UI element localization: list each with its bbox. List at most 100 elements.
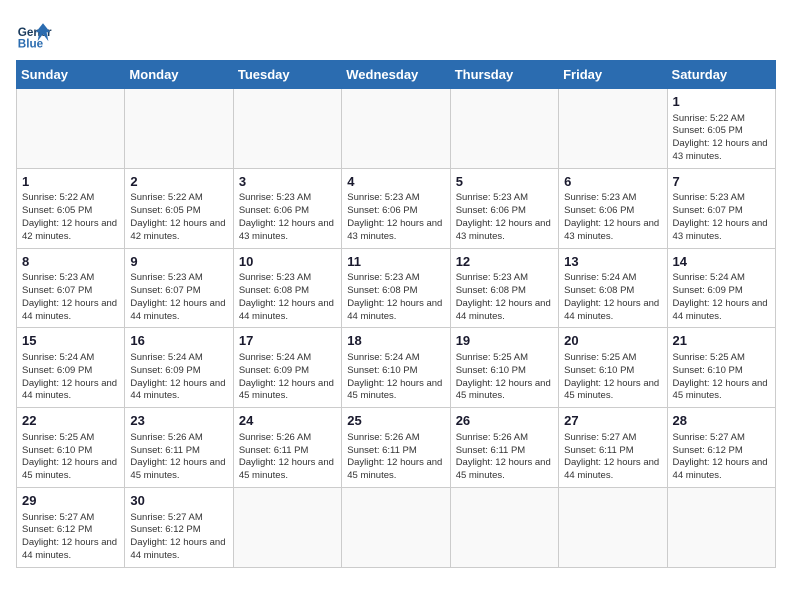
day-detail: Sunrise: 5:22 AMSunset: 6:05 PMDaylight:… bbox=[22, 192, 119, 243]
day-number: 21 bbox=[673, 332, 770, 350]
calendar-cell bbox=[559, 89, 667, 169]
day-detail: Sunrise: 5:24 AMSunset: 6:09 PMDaylight:… bbox=[130, 352, 227, 403]
calendar-cell: 2Sunrise: 5:22 AMSunset: 6:05 PMDaylight… bbox=[125, 168, 233, 248]
calendar-cell bbox=[342, 89, 450, 169]
day-detail: Sunrise: 5:23 AMSunset: 6:06 PMDaylight:… bbox=[456, 192, 553, 243]
day-number: 19 bbox=[456, 332, 553, 350]
day-detail: Sunrise: 5:26 AMSunset: 6:11 PMDaylight:… bbox=[130, 432, 227, 483]
day-detail: Sunrise: 5:24 AMSunset: 6:09 PMDaylight:… bbox=[22, 352, 119, 403]
day-number: 13 bbox=[564, 253, 661, 271]
day-detail: Sunrise: 5:22 AMSunset: 6:05 PMDaylight:… bbox=[673, 113, 770, 164]
day-detail: Sunrise: 5:25 AMSunset: 6:10 PMDaylight:… bbox=[456, 352, 553, 403]
day-detail: Sunrise: 5:26 AMSunset: 6:11 PMDaylight:… bbox=[239, 432, 336, 483]
calendar-cell: 21 Sunrise: 5:25 AMSunset: 6:10 PMDayligh… bbox=[667, 328, 775, 408]
day-detail: Sunrise: 5:27 AMSunset: 6:12 PMDaylight:… bbox=[22, 512, 119, 563]
day-number: 1 bbox=[22, 173, 119, 191]
day-number: 1 bbox=[673, 93, 770, 111]
day-detail: Sunrise: 5:23 AMSunset: 6:06 PMDaylight:… bbox=[239, 192, 336, 243]
calendar-cell: 25Sunrise: 5:26 AMSunset: 6:11 PMDayligh… bbox=[342, 408, 450, 488]
calendar-cell: 7Sunrise: 5:23 AMSunset: 6:07 PMDaylight… bbox=[667, 168, 775, 248]
day-detail: Sunrise: 5:27 AMSunset: 6:11 PMDaylight:… bbox=[564, 432, 661, 483]
header-monday: Monday bbox=[125, 61, 233, 89]
day-number: 2 bbox=[130, 173, 227, 191]
calendar-cell: 1Sunrise: 5:22 AMSunset: 6:05 PMDaylight… bbox=[17, 168, 125, 248]
calendar-cell bbox=[559, 487, 667, 567]
day-detail: Sunrise: 5:23 AMSunset: 6:07 PMDaylight:… bbox=[22, 272, 119, 323]
day-number: 26 bbox=[456, 412, 553, 430]
day-number: 12 bbox=[456, 253, 553, 271]
calendar-cell: 9Sunrise: 5:23 AMSunset: 6:07 PMDaylight… bbox=[125, 248, 233, 328]
calendar-cell: 23 Sunrise: 5:26 AMSunset: 6:11 PMDayligh… bbox=[125, 408, 233, 488]
calendar-cell: 24 Sunrise: 5:26 AMSunset: 6:11 PMDayligh… bbox=[233, 408, 341, 488]
calendar-cell: 6Sunrise: 5:23 AMSunset: 6:06 PMDaylight… bbox=[559, 168, 667, 248]
day-number: 22 bbox=[22, 412, 119, 430]
day-detail: Sunrise: 5:23 AMSunset: 6:08 PMDaylight:… bbox=[347, 272, 444, 323]
calendar-cell bbox=[17, 89, 125, 169]
day-detail: Sunrise: 5:26 AMSunset: 6:11 PMDaylight:… bbox=[347, 432, 444, 483]
day-detail: Sunrise: 5:24 AMSunset: 6:09 PMDaylight:… bbox=[239, 352, 336, 403]
day-detail: Sunrise: 5:22 AMSunset: 6:05 PMDaylight:… bbox=[130, 192, 227, 243]
calendar-cell: 22Sunrise: 5:25 AMSunset: 6:10 PMDayligh… bbox=[17, 408, 125, 488]
calendar-cell bbox=[233, 89, 341, 169]
calendar-cell: 13Sunrise: 5:24 AMSunset: 6:08 PMDayligh… bbox=[559, 248, 667, 328]
day-number: 9 bbox=[130, 253, 227, 271]
day-number: 7 bbox=[673, 173, 770, 191]
day-detail: Sunrise: 5:24 AMSunset: 6:09 PMDaylight:… bbox=[673, 272, 770, 323]
day-number: 15 bbox=[22, 332, 119, 350]
header-tuesday: Tuesday bbox=[233, 61, 341, 89]
calendar-cell: 28 Sunrise: 5:27 AMSunset: 6:12 PMDayligh… bbox=[667, 408, 775, 488]
week-row-4: 15 Sunrise: 5:24 AMSunset: 6:09 PMDayligh… bbox=[17, 328, 776, 408]
day-detail: Sunrise: 5:27 AMSunset: 6:12 PMDaylight:… bbox=[673, 432, 770, 483]
calendar-cell: 20 Sunrise: 5:25 AMSunset: 6:10 PMDayligh… bbox=[559, 328, 667, 408]
day-detail: Sunrise: 5:23 AMSunset: 6:07 PMDaylight:… bbox=[130, 272, 227, 323]
week-row-2: 1Sunrise: 5:22 AMSunset: 6:05 PMDaylight… bbox=[17, 168, 776, 248]
header-saturday: Saturday bbox=[667, 61, 775, 89]
week-row-3: 8Sunrise: 5:23 AMSunset: 6:07 PMDaylight… bbox=[17, 248, 776, 328]
day-detail: Sunrise: 5:25 AMSunset: 6:10 PMDaylight:… bbox=[564, 352, 661, 403]
day-number: 8 bbox=[22, 253, 119, 271]
day-number: 20 bbox=[564, 332, 661, 350]
calendar-cell bbox=[667, 487, 775, 567]
day-number: 27 bbox=[564, 412, 661, 430]
day-detail: Sunrise: 5:23 AMSunset: 6:07 PMDaylight:… bbox=[673, 192, 770, 243]
calendar-cell: 18 Sunrise: 5:24 AMSunset: 6:10 PMDayligh… bbox=[342, 328, 450, 408]
logo: General Blue bbox=[16, 16, 52, 52]
day-number: 5 bbox=[456, 173, 553, 191]
day-number: 23 bbox=[130, 412, 227, 430]
day-detail: Sunrise: 5:25 AMSunset: 6:10 PMDaylight:… bbox=[673, 352, 770, 403]
calendar-cell: 19 Sunrise: 5:25 AMSunset: 6:10 PMDayligh… bbox=[450, 328, 558, 408]
calendar-cell: 8Sunrise: 5:23 AMSunset: 6:07 PMDaylight… bbox=[17, 248, 125, 328]
calendar-cell: 4Sunrise: 5:23 AMSunset: 6:06 PMDaylight… bbox=[342, 168, 450, 248]
day-detail: Sunrise: 5:23 AMSunset: 6:08 PMDaylight:… bbox=[456, 272, 553, 323]
day-detail: Sunrise: 5:24 AMSunset: 6:10 PMDaylight:… bbox=[347, 352, 444, 403]
calendar-cell: 26 Sunrise: 5:26 AMSunset: 6:11 PMDayligh… bbox=[450, 408, 558, 488]
header-thursday: Thursday bbox=[450, 61, 558, 89]
calendar-table: SundayMondayTuesdayWednesdayThursdayFrid… bbox=[16, 60, 776, 568]
calendar-cell: 30Sunrise: 5:27 AMSunset: 6:12 PMDayligh… bbox=[125, 487, 233, 567]
calendar-cell: 29 Sunrise: 5:27 AMSunset: 6:12 PMDayligh… bbox=[17, 487, 125, 567]
day-number: 18 bbox=[347, 332, 444, 350]
day-number: 24 bbox=[239, 412, 336, 430]
header-friday: Friday bbox=[559, 61, 667, 89]
day-number: 3 bbox=[239, 173, 336, 191]
day-number: 6 bbox=[564, 173, 661, 191]
day-detail: Sunrise: 5:26 AMSunset: 6:11 PMDaylight:… bbox=[456, 432, 553, 483]
day-number: 28 bbox=[673, 412, 770, 430]
calendar-cell: 14Sunrise: 5:24 AMSunset: 6:09 PMDayligh… bbox=[667, 248, 775, 328]
calendar-cell: 11Sunrise: 5:23 AMSunset: 6:08 PMDayligh… bbox=[342, 248, 450, 328]
calendar-cell bbox=[125, 89, 233, 169]
calendar-cell bbox=[233, 487, 341, 567]
header-sunday: Sunday bbox=[17, 61, 125, 89]
calendar-cell: 15 Sunrise: 5:24 AMSunset: 6:09 PMDayligh… bbox=[17, 328, 125, 408]
svg-text:Blue: Blue bbox=[18, 38, 44, 51]
week-row-6: 29 Sunrise: 5:27 AMSunset: 6:12 PMDayligh… bbox=[17, 487, 776, 567]
calendar-cell: 16Sunrise: 5:24 AMSunset: 6:09 PMDayligh… bbox=[125, 328, 233, 408]
day-detail: Sunrise: 5:24 AMSunset: 6:08 PMDaylight:… bbox=[564, 272, 661, 323]
day-number: 29 bbox=[22, 492, 119, 510]
day-detail: Sunrise: 5:23 AMSunset: 6:06 PMDaylight:… bbox=[347, 192, 444, 243]
day-number: 17 bbox=[239, 332, 336, 350]
calendar-cell bbox=[450, 487, 558, 567]
calendar-cell: 17 Sunrise: 5:24 AMSunset: 6:09 PMDayligh… bbox=[233, 328, 341, 408]
day-number: 11 bbox=[347, 253, 444, 271]
calendar-cell: 3Sunrise: 5:23 AMSunset: 6:06 PMDaylight… bbox=[233, 168, 341, 248]
